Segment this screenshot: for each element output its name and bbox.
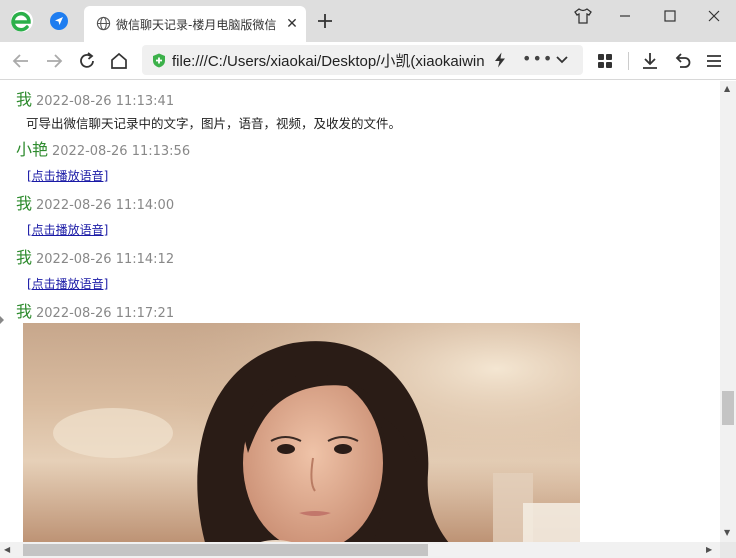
apps-grid-icon[interactable] [594, 50, 616, 72]
sender-name: 小艳 [16, 140, 49, 159]
tab-close-icon[interactable]: ✕ [284, 16, 300, 32]
message-header: 我 2022-08-26 11:13:41 [16, 86, 174, 110]
back-icon[interactable] [10, 50, 32, 72]
message-time: 2022-08-26 11:14:00 [36, 198, 175, 213]
chevron-down-icon[interactable] [554, 53, 570, 67]
vertical-scrollbar[interactable]: ▲ ▼ [720, 81, 736, 542]
title-bar: 微信聊天记录-楼月电脑版微信 ✕ [0, 0, 736, 42]
horizontal-scrollbar[interactable]: ◀ ▶ [0, 542, 720, 558]
new-tab-icon[interactable] [316, 12, 334, 30]
scroll-left-icon[interactable]: ◀ [4, 545, 10, 554]
menu-icon[interactable] [703, 50, 725, 72]
address-bar[interactable]: file:///C:/Users/xiaokai/Desktop/小凯(xiao… [142, 45, 583, 75]
toolbar-separator [628, 52, 629, 70]
navigate-icon[interactable] [50, 12, 68, 30]
more-options-icon[interactable]: ••• [522, 49, 552, 69]
scroll-up-icon[interactable]: ▲ [724, 84, 730, 93]
vertical-scroll-thumb[interactable] [722, 391, 734, 425]
sender-name: 我 [16, 194, 33, 213]
play-voice-link[interactable]: [点击播放语音] [27, 167, 108, 184]
tab-active[interactable]: 微信聊天记录-楼月电脑版微信 ✕ [84, 6, 306, 42]
horizontal-scroll-thumb[interactable] [23, 544, 428, 556]
scroll-right-icon[interactable]: ▶ [706, 545, 712, 554]
scrollbar-corner [720, 542, 736, 558]
play-voice-link[interactable]: [点击播放语音] [27, 221, 108, 238]
undo-icon[interactable] [671, 50, 693, 72]
message-time: 2022-08-26 11:13:41 [36, 94, 175, 109]
close-window-icon[interactable] [703, 5, 725, 27]
download-icon[interactable] [639, 50, 661, 72]
minimize-icon[interactable] [614, 5, 636, 27]
message-header: 我 2022-08-26 11:14:00 [16, 190, 174, 214]
message-header: 小艳 2022-08-26 11:13:56 [16, 136, 190, 160]
reload-icon[interactable] [76, 50, 98, 72]
skin-shirt-icon[interactable] [572, 5, 594, 27]
message-time: 2022-08-26 11:17:21 [36, 306, 175, 321]
navigation-toolbar: file:///C:/Users/xiaokai/Desktop/小凯(xiao… [0, 42, 736, 80]
maximize-icon[interactable] [659, 5, 681, 27]
url-text[interactable]: file:///C:/Users/xiaokai/Desktop/小凯(xiao… [172, 50, 492, 71]
message-text: 可导出微信聊天记录中的文字，图片，语音，视频，及收发的文件。 [26, 116, 402, 131]
sender-name: 我 [16, 90, 33, 109]
globe-icon [96, 16, 111, 31]
sidebar-toggle-icon[interactable] [0, 315, 4, 325]
tab-title: 微信聊天记录-楼月电脑版微信 [116, 18, 277, 32]
message-time: 2022-08-26 11:13:56 [52, 144, 191, 159]
message-time: 2022-08-26 11:14:12 [36, 252, 175, 267]
scroll-down-icon[interactable]: ▼ [724, 528, 730, 537]
message-header: 我 2022-08-26 11:17:21 [16, 298, 174, 322]
lightning-icon[interactable] [493, 52, 507, 68]
forward-icon[interactable] [43, 50, 65, 72]
photo-portrait-image [23, 323, 580, 542]
chat-photo[interactable] [23, 323, 580, 542]
sender-name: 我 [16, 248, 33, 267]
message-header: 我 2022-08-26 11:14:12 [16, 244, 174, 268]
chat-log-page: 我 2022-08-26 11:13:41 可导出微信聊天记录中的文字，图片，语音… [0, 81, 720, 542]
play-voice-link[interactable]: [点击播放语音] [27, 275, 108, 292]
secure-shield-icon [153, 53, 165, 68]
browser-logo-icon[interactable] [10, 9, 34, 33]
home-icon[interactable] [108, 50, 130, 72]
sender-name: 我 [16, 302, 33, 321]
